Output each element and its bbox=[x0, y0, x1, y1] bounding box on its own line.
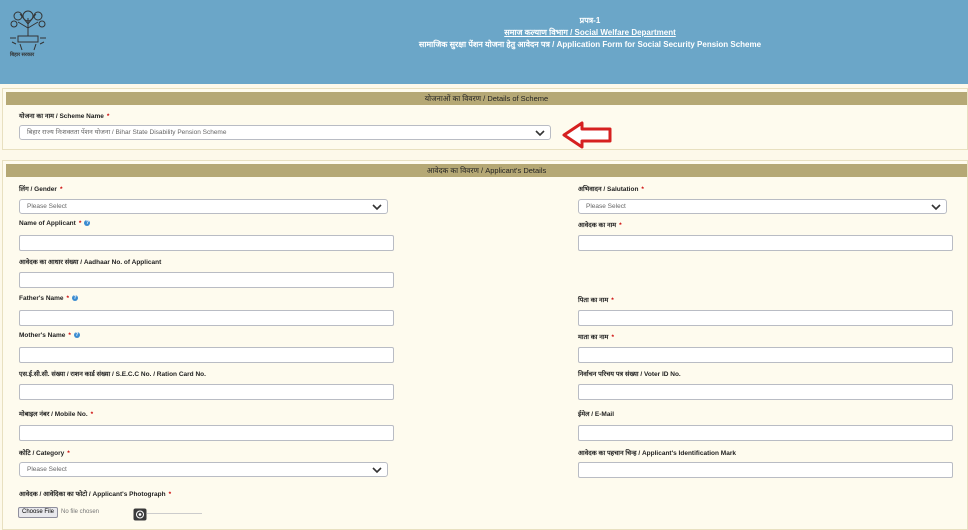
scheme-details-panel: योजनाओं का विवरण / Details of Scheme bbox=[2, 88, 968, 150]
identification-mark-label: आवेदक का पहचान चिन्ह / Applicant's Ident… bbox=[578, 450, 736, 457]
gender-select[interactable]: Please Select bbox=[19, 199, 388, 214]
info-icon[interactable]: ? bbox=[72, 295, 79, 302]
father-name-input[interactable] bbox=[19, 310, 394, 326]
chevron-down-icon bbox=[931, 204, 941, 211]
camera-icon bbox=[133, 508, 147, 521]
photograph-label: आवेदक / आवेदिका का फोटो / Applicant's Ph… bbox=[19, 491, 172, 498]
mobile-label: मोबाइल नंबर / Mobile No. * bbox=[19, 411, 94, 418]
secc-ration-label: एस.ई.सी.सी. संख्या / राशन कार्ड संख्या /… bbox=[19, 371, 206, 378]
scheme-selected-value: बिहार राज्य निःशक्तता पेंशन योजना / Biha… bbox=[27, 129, 227, 136]
voter-id-input[interactable] bbox=[578, 384, 953, 400]
salutation-select[interactable]: Please Select bbox=[578, 199, 947, 214]
salutation-label: अभिवादन / Salutation * bbox=[578, 186, 644, 193]
mother-name-input[interactable] bbox=[19, 347, 394, 363]
mother-name-hindi-input[interactable] bbox=[578, 347, 953, 363]
chevron-down-icon bbox=[372, 204, 382, 211]
mobile-input[interactable] bbox=[19, 425, 394, 441]
father-name-label: Father's Name *? bbox=[19, 295, 79, 302]
mother-name-hindi-label: माता का नाम * bbox=[578, 334, 614, 341]
chevron-down-icon bbox=[372, 467, 382, 474]
info-icon[interactable]: ? bbox=[73, 332, 80, 339]
salutation-selected-value: Please Select bbox=[586, 203, 626, 210]
applicant-name-hindi-input[interactable] bbox=[578, 235, 953, 251]
voter-id-label: निर्वाचन परिचय पत्र संख्या / Voter ID No… bbox=[578, 371, 681, 378]
chevron-down-icon bbox=[535, 130, 545, 137]
page-header: बिहार सरकार प्रपत्र-1 समाज कल्याण विभाग … bbox=[0, 0, 968, 84]
photo-preview-line bbox=[147, 513, 202, 514]
form-title: सामाजिक सुरक्षा पेंशन योजना हेतु आवेदन प… bbox=[418, 40, 762, 49]
red-arrow-annotation-icon bbox=[562, 121, 612, 149]
applicant-name-label: Name of Applicant *? bbox=[19, 220, 91, 227]
no-file-text: No file chosen bbox=[61, 509, 100, 515]
aadhaar-label: आवेदक का आधार संख्या / Aadhaar No. of Ap… bbox=[19, 259, 162, 266]
scheme-section-title: योजनाओं का विवरण / Details of Scheme bbox=[6, 92, 967, 105]
form-number: प्रपत्र-1 bbox=[579, 16, 601, 25]
choose-file-button[interactable]: Choose File bbox=[18, 507, 58, 518]
scheme-name-label: योजना का नाम / Scheme Name * bbox=[19, 113, 110, 120]
department-link[interactable]: समाज कल्याण विभाग / Social Welfare Depar… bbox=[400, 27, 780, 39]
bihar-emblem-logo bbox=[10, 10, 46, 51]
category-selected-value: Please Select bbox=[27, 466, 67, 473]
father-name-hindi-label: पिता का नाम * bbox=[578, 297, 614, 304]
gender-label: लिंग / Gender * bbox=[19, 186, 63, 193]
category-select[interactable]: Please Select bbox=[19, 462, 388, 477]
secc-ration-input[interactable] bbox=[19, 384, 394, 400]
applicant-name-input[interactable] bbox=[19, 235, 394, 251]
email-label: ईमेल / E-Mail bbox=[578, 411, 615, 418]
mother-name-label: Mother's Name *? bbox=[19, 332, 80, 339]
email-input[interactable] bbox=[578, 425, 953, 441]
applicant-section-title: आवेदक का विवरण / Applicant's Details bbox=[6, 164, 967, 177]
identification-mark-input[interactable] bbox=[578, 462, 953, 478]
category-label: कोटि / Category * bbox=[19, 450, 70, 457]
aadhaar-input[interactable] bbox=[19, 272, 394, 288]
logo-caption: बिहार सरकार bbox=[10, 52, 35, 58]
father-name-hindi-input[interactable] bbox=[578, 310, 953, 326]
header-text: प्रपत्र-1 समाज कल्याण विभाग / Social Wel… bbox=[400, 15, 780, 51]
scheme-name-select[interactable]: बिहार राज्य निःशक्तता पेंशन योजना / Biha… bbox=[19, 125, 551, 140]
gender-selected-value: Please Select bbox=[27, 203, 67, 210]
info-icon[interactable]: ? bbox=[84, 220, 91, 227]
applicant-name-hindi-label: आवेदक का नाम * bbox=[578, 222, 622, 229]
